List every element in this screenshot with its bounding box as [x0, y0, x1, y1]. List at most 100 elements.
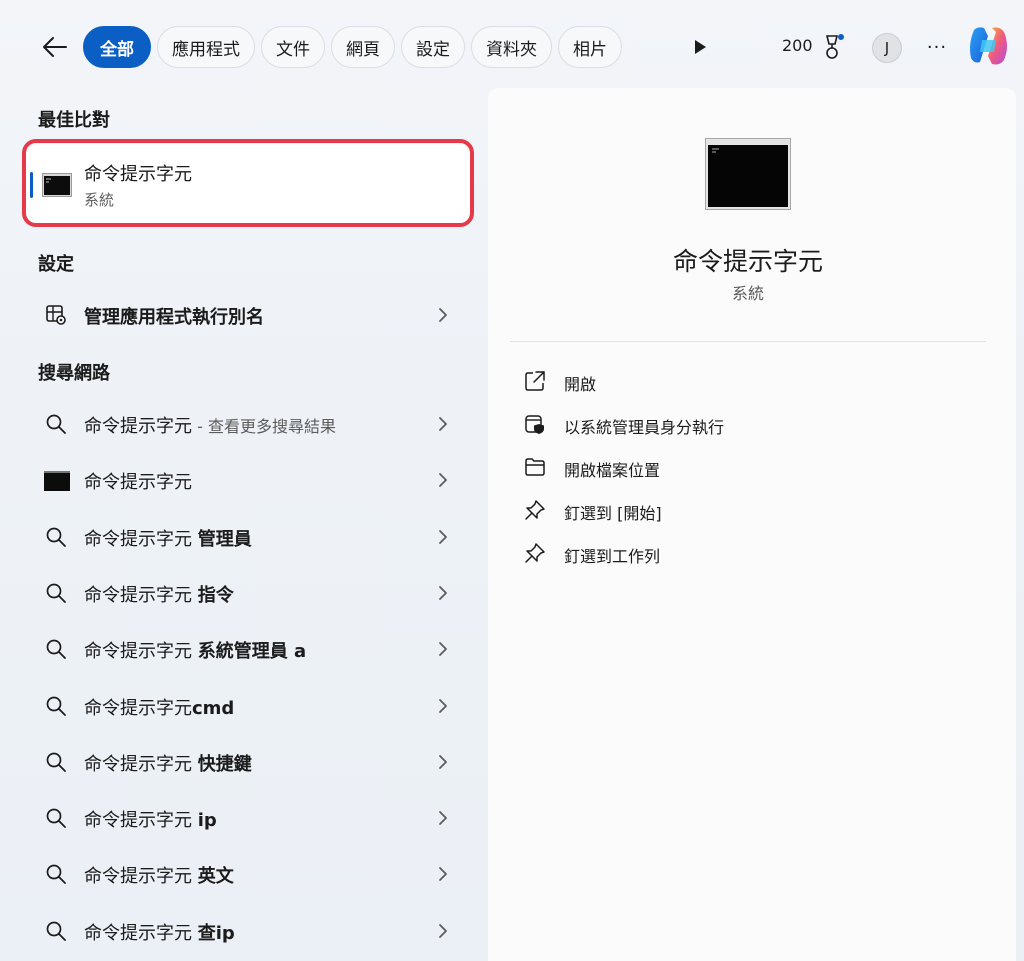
web-search-label: 命令提示字元cmd — [84, 694, 234, 720]
web-search-item[interactable]: 命令提示字元 系統管理員 a — [26, 623, 470, 675]
action-open-file-location[interactable]: 開啟檔案位置 — [518, 450, 978, 484]
rewards-button[interactable] — [822, 32, 848, 60]
web-search-item[interactable]: 命令提示字元 英文 — [26, 848, 470, 900]
tab-all[interactable]: 全部 — [83, 26, 151, 68]
shield-icon — [525, 415, 544, 434]
action-label: 釘選到工作列 — [564, 547, 661, 566]
copilot-button[interactable] — [966, 24, 1012, 68]
query-suggestion: 系統管理員 a — [197, 641, 307, 662]
preview-pane: 命令提示字元 系統 開啟 以系統管理員身分執行 開啟檔案位置 釘選到 [開始] — [488, 88, 1016, 961]
query-base: 命令提示字元 — [84, 698, 192, 719]
cmd-icon — [42, 173, 72, 197]
back-button[interactable] — [36, 28, 74, 66]
selection-indicator — [30, 172, 33, 198]
folder-icon — [525, 458, 545, 476]
rewards-points: 200 — [782, 36, 813, 55]
pin-icon — [525, 500, 545, 520]
query-base: 命令提示字元 — [84, 472, 192, 493]
chevron-right-icon — [439, 642, 447, 656]
more-options-button[interactable]: ··· — [920, 32, 954, 62]
web-search-label: 命令提示字元 管理員 — [84, 525, 252, 551]
tab-web[interactable]: 網頁 — [331, 26, 395, 68]
search-icon — [46, 752, 66, 772]
chevron-right-icon — [439, 473, 447, 487]
search-icon — [46, 414, 66, 434]
web-search-item[interactable]: 命令提示字元cmd — [26, 680, 470, 732]
web-search-label: 命令提示字元 英文 — [84, 862, 234, 888]
arrow-left-icon — [43, 37, 67, 57]
query-suggestion: cmd — [192, 698, 235, 719]
avatar[interactable]: J — [872, 33, 902, 63]
web-search-item[interactable]: 命令提示字元 - 查看更多搜尋結果 — [26, 398, 470, 450]
tab-documents[interactable]: 文件 — [261, 26, 325, 68]
tab-photos[interactable]: 相片 — [558, 26, 622, 68]
tab-folders[interactable]: 資料夾 — [471, 26, 552, 68]
web-search-label: 命令提示字元 系統管理員 a — [84, 637, 306, 663]
results-list: 最佳比對 命令提示字元 系統 設定 管理應用程式執行別名 搜尋網路 命令提示字元… — [0, 92, 488, 961]
query-suggestion: 指令 — [197, 585, 234, 606]
web-search-label: 命令提示字元 — [84, 468, 192, 494]
chevron-right-icon — [439, 586, 447, 600]
query-suggestion: 管理員 — [197, 529, 252, 550]
chevron-right-icon — [439, 755, 447, 769]
search-icon — [46, 696, 66, 716]
trophy-icon — [825, 34, 844, 59]
web-search-item[interactable]: 命令提示字元 指令 — [26, 567, 470, 619]
query-suggestion: ip — [197, 810, 217, 831]
chevron-right-icon — [439, 417, 447, 431]
action-label: 以系統管理員身分執行 — [564, 418, 725, 437]
best-match-subtitle: 系統 — [84, 191, 115, 209]
web-search-item[interactable]: 命令提示字元 ip — [26, 792, 470, 844]
query-base: 命令提示字元 — [84, 585, 198, 606]
action-run-as-admin[interactable]: 以系統管理員身分執行 — [518, 407, 978, 441]
best-match-item[interactable]: 命令提示字元 系統 — [26, 144, 470, 224]
search-icon — [46, 921, 66, 941]
query-base: 命令提示字元 — [84, 416, 192, 437]
divider — [510, 341, 986, 342]
web-search-label: 命令提示字元 ip — [84, 806, 217, 832]
chevron-right-icon — [439, 811, 447, 825]
settings-item-app-execution-aliases[interactable]: 管理應用程式執行別名 — [26, 289, 470, 341]
query-suggestion: 查ip — [197, 923, 235, 944]
tab-settings[interactable]: 設定 — [401, 26, 465, 68]
action-label: 開啟 — [564, 375, 597, 394]
web-search-item[interactable]: 命令提示字元 管理員 — [26, 511, 470, 563]
play-icon — [695, 40, 706, 54]
chevron-right-icon — [439, 924, 447, 938]
web-search-item[interactable]: 命令提示字元 — [26, 454, 470, 506]
search-filter-bar: 全部 應用程式 文件 網頁 設定 資料夾 相片 200 J ··· — [0, 0, 1024, 92]
web-search-label: 命令提示字元 查ip — [84, 919, 235, 945]
web-search-heading: 搜尋網路 — [38, 363, 110, 384]
best-match-heading: 最佳比對 — [38, 110, 110, 131]
query-base: 命令提示字元 — [84, 754, 198, 775]
chevron-right-icon — [439, 308, 447, 322]
tab-apps[interactable]: 應用程式 — [157, 26, 255, 68]
open-external-icon — [525, 371, 545, 391]
preview-app-subtitle: 系統 — [731, 284, 764, 303]
pin-icon — [525, 543, 545, 563]
query-base: 命令提示字元 — [84, 866, 198, 887]
settings-app-icon — [46, 305, 66, 325]
action-pin-to-start[interactable]: 釘選到 [開始] — [518, 493, 978, 527]
best-match-title: 命令提示字元 — [84, 164, 192, 185]
filter-tabs: 全部 應用程式 文件 網頁 設定 資料夾 相片 — [83, 26, 622, 68]
query-base: 命令提示字元 — [84, 810, 198, 831]
query-base: 命令提示字元 — [84, 529, 198, 550]
cmd-large-icon — [705, 138, 791, 210]
chevron-right-icon — [439, 867, 447, 881]
action-pin-to-taskbar[interactable]: 釘選到工作列 — [518, 536, 978, 570]
web-search-item[interactable]: 命令提示字元 快捷鍵 — [26, 736, 470, 788]
chevron-right-icon — [439, 530, 447, 544]
query-suggestion: 快捷鍵 — [197, 754, 252, 775]
more-tabs-button[interactable] — [686, 34, 714, 60]
settings-heading: 設定 — [38, 254, 74, 275]
action-open[interactable]: 開啟 — [518, 364, 978, 398]
query-suggestion: 英文 — [197, 866, 234, 887]
query-base: 命令提示字元 — [84, 641, 198, 662]
web-search-label: 命令提示字元 指令 — [84, 581, 234, 607]
web-search-label: 命令提示字元 快捷鍵 — [84, 750, 252, 776]
preview-app-title: 命令提示字元 — [672, 247, 823, 276]
settings-item-label: 管理應用程式執行別名 — [84, 307, 264, 328]
web-search-label: 命令提示字元 - 查看更多搜尋結果 — [84, 412, 336, 438]
web-search-item[interactable]: 命令提示字元 查ip — [26, 905, 470, 957]
